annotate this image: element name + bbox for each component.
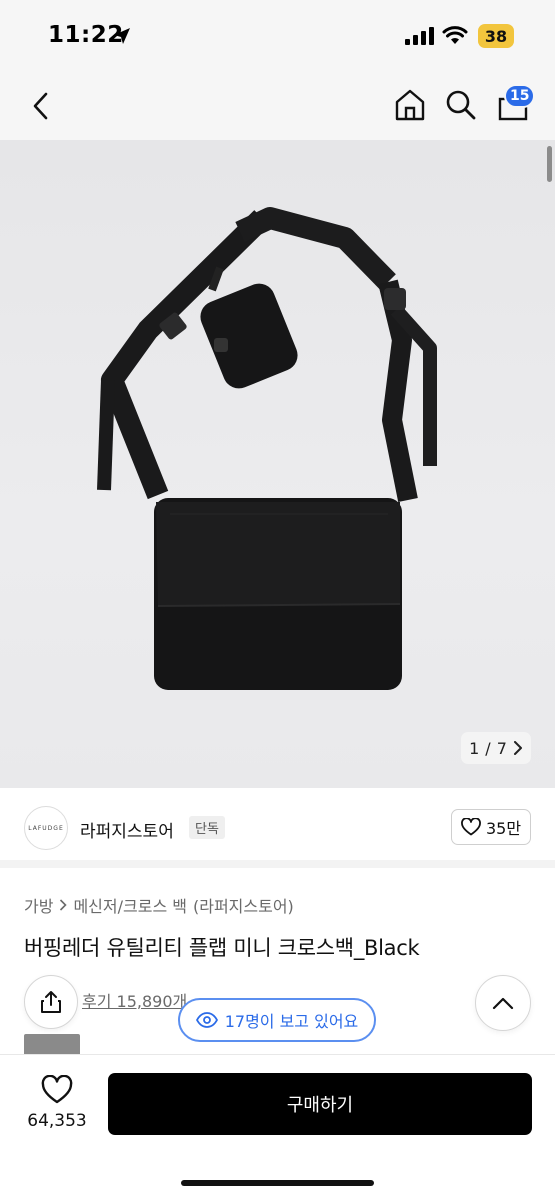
breadcrumb-item-category[interactable]: 가방 (24, 893, 53, 917)
battery-indicator: 38 (478, 24, 514, 48)
search-icon[interactable] (445, 88, 477, 122)
signal-icon (405, 27, 434, 45)
breadcrumb-item-subcategory[interactable]: 메신저/크로스 백 (73, 893, 187, 917)
share-button[interactable] (24, 975, 78, 1029)
scroll-to-top-button[interactable] (475, 975, 531, 1031)
wifi-icon (442, 26, 468, 44)
viewers-text: 17명이 보고 있어요 (224, 1012, 359, 1031)
chevron-right-icon (60, 899, 68, 911)
breadcrumb-item-store[interactable]: (라퍼지스토어) (193, 893, 294, 917)
battery-level: 38 (484, 26, 508, 46)
review-count-link[interactable]: 후기 15,890개 (82, 988, 187, 1012)
viewers-badge: 17명이 보고 있어요 (178, 998, 376, 1042)
pager-current: 1 (469, 738, 480, 758)
status-bar: 11:22 38 (0, 0, 555, 72)
store-logo[interactable]: LAFUDGE (24, 806, 68, 850)
store-logo-text: LAFUDGE (28, 824, 64, 832)
breadcrumb: 가방 메신저/크로스 백 (라퍼지스토어) (24, 893, 294, 917)
cart-count-badge: 15 (504, 84, 536, 108)
store-like-button[interactable]: 35만 (451, 809, 531, 845)
crossbody-bag-photo (97, 207, 437, 690)
eye-icon (195, 1012, 218, 1028)
home-indicator (181, 1180, 374, 1186)
store-row[interactable]: LAFUDGE 라퍼지스토어 단독 35만 (0, 788, 555, 868)
pager-separator: / (485, 738, 491, 758)
store-like-count: 35만 (485, 819, 522, 838)
product-image[interactable] (0, 140, 555, 788)
wishlist-count: 64,353 (27, 1111, 87, 1131)
exclusive-tag: 단독 (189, 816, 225, 839)
back-chevron-icon[interactable] (28, 90, 54, 122)
product-title: 버핑레더 유틸리티 플랩 미니 크로스백_Black (24, 936, 420, 960)
home-icon[interactable] (394, 88, 426, 122)
image-pager[interactable]: 1 / 7 (461, 732, 531, 764)
store-name[interactable]: 라퍼지스토어 (80, 817, 174, 842)
share-icon (41, 991, 61, 1013)
location-arrow-icon (114, 28, 130, 44)
chevron-up-icon (492, 997, 514, 1010)
page-scrollbar[interactable] (547, 146, 552, 182)
review-thumbnail[interactable] (24, 1034, 80, 1056)
pager-total: 7 (496, 738, 507, 758)
heart-icon (461, 818, 481, 836)
top-navigation-bar (0, 72, 555, 140)
chevron-right-icon (513, 741, 522, 755)
bottom-action-bar: 64,353 구매하기 (0, 1054, 555, 1200)
wishlist-heart-icon[interactable] (41, 1075, 73, 1105)
buy-button[interactable]: 구매하기 (108, 1073, 532, 1135)
